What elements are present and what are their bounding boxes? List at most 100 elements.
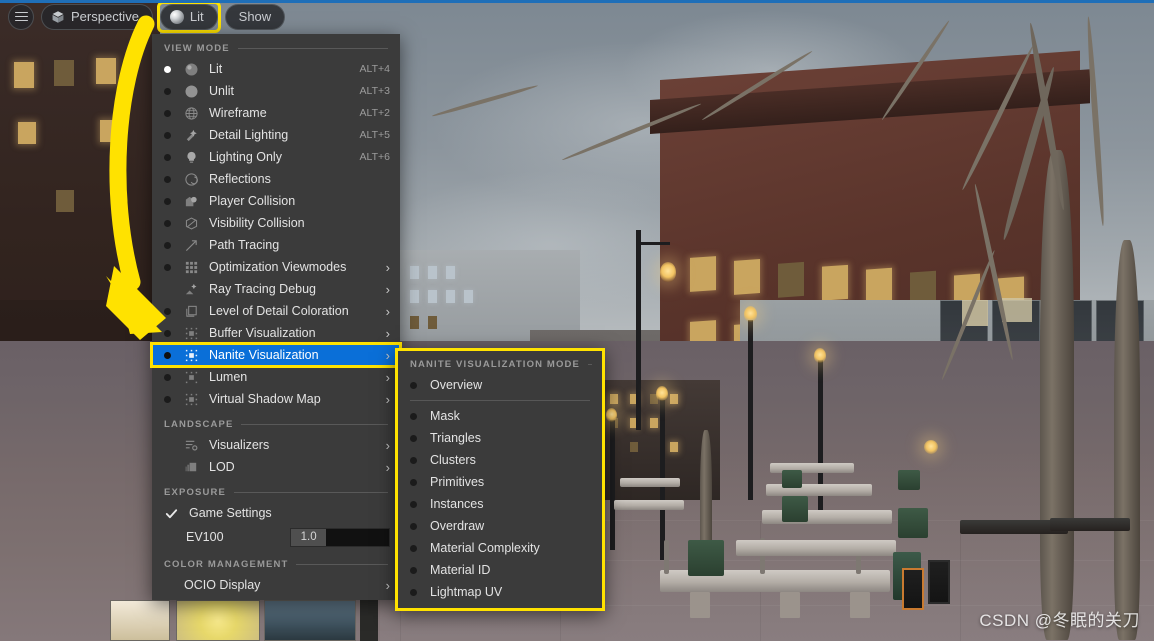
menu-item-label: Lighting Only (209, 150, 282, 164)
menu-item-ocio-display[interactable]: OCIO Display › (152, 574, 400, 596)
menu-item-label: Nanite Visualization (209, 348, 319, 362)
lightbulb-icon (184, 150, 199, 165)
poster-banner (264, 600, 356, 641)
radio-indicator (164, 175, 171, 183)
poster-banner (176, 600, 260, 641)
street-lamp-post (636, 230, 641, 430)
radio-indicator (164, 131, 171, 139)
section-label: COLOR MANAGEMENT (164, 559, 289, 570)
view-mode-button-lit[interactable]: Lit (156, 0, 221, 33)
menu-item-lumen[interactable]: Lumen › (152, 366, 400, 388)
menu-item-label: Game Settings (189, 506, 272, 520)
radio-indicator (164, 109, 171, 117)
menu-item-label: Optimization Viewmodes (209, 260, 347, 274)
plaza-bench (736, 540, 896, 556)
camera-mode-label: Perspective (71, 9, 139, 24)
submenu-item-overview[interactable]: Overview (398, 374, 602, 396)
ev100-slider-input[interactable]: 1.0 (290, 527, 390, 547)
submenu-item-lightmap-uv[interactable]: Lightmap UV (398, 581, 602, 603)
menu-item-player-collision[interactable]: Player Collision (152, 190, 400, 212)
radio-indicator (164, 351, 171, 359)
radio-indicator (164, 395, 171, 403)
chevron-right-icon: › (385, 347, 390, 363)
ray-tracing-icon (184, 282, 199, 297)
show-flags-button[interactable]: Show (224, 3, 286, 30)
menu-item-wireframe[interactable]: Wireframe ALT+2 (152, 102, 400, 124)
chevron-right-icon: › (385, 459, 390, 475)
chevron-right-icon: › (385, 369, 390, 385)
menu-item-unlit[interactable]: Unlit ALT+3 (152, 80, 400, 102)
menu-item-lit[interactable]: Lit ALT+4 (152, 58, 400, 80)
radio-indicator (410, 381, 417, 389)
menu-item-label: Overdraw (430, 519, 485, 533)
menu-item-virtual-shadow-map[interactable]: Virtual Shadow Map › (152, 388, 400, 410)
menu-item-label: Overview (430, 378, 483, 392)
nanite-visualization-submenu[interactable]: NANITE VISUALIZATION MODE Overview Mask … (395, 348, 605, 611)
submenu-item-material-id[interactable]: Material ID (398, 559, 602, 581)
submenu-item-primitives[interactable]: Primitives (398, 471, 602, 493)
visibility-collision-icon (184, 216, 199, 231)
radio-indicator (410, 434, 417, 442)
chevron-right-icon: › (385, 391, 390, 407)
menu-item-label: Wireframe (209, 106, 267, 120)
menu-item-game-settings[interactable]: Game Settings (152, 502, 400, 524)
menu-item-label: Lightmap UV (430, 585, 503, 599)
submenu-item-triangles[interactable]: Triangles (398, 427, 602, 449)
menu-item-buffer-visualization[interactable]: Buffer Visualization › (152, 322, 400, 344)
submenu-item-clusters[interactable]: Clusters (398, 449, 602, 471)
player-collision-icon (184, 194, 199, 209)
menu-item-label: Virtual Shadow Map (209, 392, 321, 406)
planter-box (688, 540, 724, 576)
radio-indicator (164, 219, 171, 227)
submenu-item-material-complexity[interactable]: Material Complexity (398, 537, 602, 559)
submenu-item-overdraw[interactable]: Overdraw (398, 515, 602, 537)
viewport-options-menu-button[interactable] (8, 3, 34, 30)
cube-icon (52, 10, 64, 23)
menu-item-label: Reflections (209, 172, 271, 186)
camera-mode-button-perspective[interactable]: Perspective (41, 3, 153, 30)
menu-item-visibility-collision[interactable]: Visibility Collision (152, 212, 400, 234)
menu-item-lighting-only[interactable]: Lighting Only ALT+6 (152, 146, 400, 168)
lod-coloration-icon (184, 304, 199, 319)
section-divider (588, 364, 592, 365)
menu-item-visualizers[interactable]: Visualizers › (152, 434, 400, 456)
submenu-item-instances[interactable]: Instances (398, 493, 602, 515)
submenu-item-mask[interactable]: Mask (398, 405, 602, 427)
menu-item-label: Visibility Collision (209, 216, 305, 230)
menu-item-level-of-detail-coloration[interactable]: Level of Detail Coloration › (152, 300, 400, 322)
radio-indicator (164, 241, 171, 249)
menu-item-path-tracing[interactable]: Path Tracing (152, 234, 400, 256)
reflections-icon (184, 172, 199, 187)
visualizers-icon (184, 438, 199, 453)
menu-item-label: Instances (430, 497, 484, 511)
menu-item-label: Path Tracing (209, 238, 280, 252)
wireframe-globe-icon (184, 106, 199, 121)
menu-item-lod[interactable]: LOD › (152, 456, 400, 478)
menu-item-shortcut: ALT+4 (359, 63, 390, 75)
menu-item-label: Clusters (430, 453, 476, 467)
menu-item-label: Material Complexity (430, 541, 540, 555)
radio-indicator (410, 522, 417, 530)
menu-item-ray-tracing-debug[interactable]: Ray Tracing Debug › (152, 278, 400, 300)
tree-trunk-far-right (1114, 240, 1140, 640)
poster-banner (110, 600, 170, 641)
viewport-focus-border (0, 0, 1154, 3)
lod-icon (184, 460, 199, 475)
radio-indicator (164, 263, 171, 271)
menu-item-detail-lighting[interactable]: Detail Lighting ALT+5 (152, 124, 400, 146)
exposure-ev100-row: EV100 1.0 (152, 524, 400, 550)
menu-item-label: Material ID (430, 563, 491, 577)
menu-item-label: Detail Lighting (209, 128, 289, 142)
radio-indicator (164, 153, 171, 161)
radio-indicator (410, 566, 417, 574)
radio-indicator (164, 307, 171, 315)
view-mode-dropdown-menu[interactable]: VIEW MODE Lit ALT+4 Unlit ALT+3 Wirefram… (150, 34, 402, 600)
chevron-right-icon: › (385, 437, 390, 453)
menu-item-nanite-visualization[interactable]: Nanite Visualization › (150, 342, 402, 368)
street-lamp-arm (636, 242, 670, 245)
section-header-view-mode: VIEW MODE (152, 34, 400, 58)
menu-item-optimization-viewmodes[interactable]: Optimization Viewmodes › (152, 256, 400, 278)
grid-icon (184, 260, 199, 275)
viewport-toolbar: Perspective Lit Show (0, 0, 286, 33)
menu-item-reflections[interactable]: Reflections (152, 168, 400, 190)
